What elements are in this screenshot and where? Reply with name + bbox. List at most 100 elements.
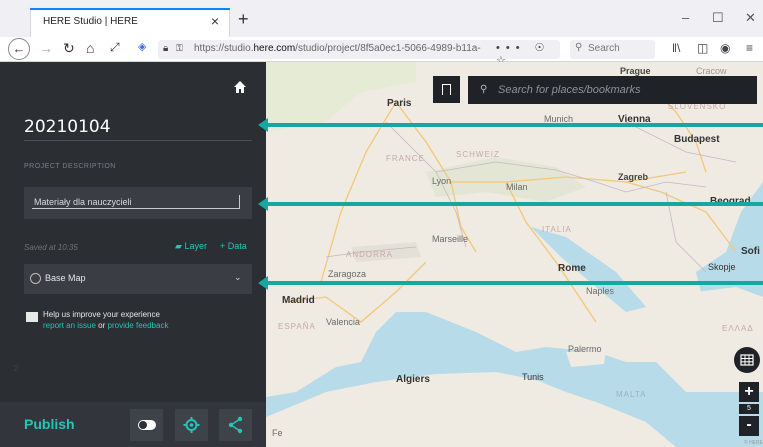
map-label-paris: Paris: [387, 98, 412, 109]
project-sidebar: 20210104 PROJECT DESCRIPTION Materiały d…: [0, 62, 266, 447]
provide-feedback-link[interactable]: provide feedback: [108, 321, 169, 330]
map-label-prague: Prague: [620, 66, 651, 76]
map-search-input[interactable]: ⚲ Search for places/bookmarks: [468, 76, 757, 104]
chevron-down-icon: ⌄: [234, 272, 242, 282]
map-label-ellada: ΕΛΛΑΔ: [722, 324, 754, 333]
feedback-links: report an issue or provide feedback: [43, 321, 168, 330]
minimize-icon[interactable]: –: [682, 10, 689, 25]
annotation-line-title: [266, 123, 763, 127]
publish-button[interactable]: Publish: [24, 416, 75, 432]
annotation-arrow-title: [258, 118, 268, 132]
maximize-icon[interactable]: ☐: [712, 10, 724, 26]
home-icon[interactable]: [233, 80, 247, 94]
table-icon: [740, 354, 754, 366]
base-map-label: Base Map: [45, 273, 86, 283]
feedback-title: Help us improve your experience: [43, 310, 160, 319]
close-window-icon[interactable]: ✕: [745, 10, 756, 26]
publish-bar: Publish: [0, 402, 266, 447]
browser-search-placeholder: Search: [588, 43, 620, 54]
account-icon[interactable]: ◉: [720, 41, 730, 55]
key-icon[interactable]: ⚿: [176, 43, 183, 54]
map-label-fe: Fe: [272, 428, 283, 438]
map-label-marseille: Marseille: [432, 234, 469, 244]
map-label-budapest: Budapest: [674, 134, 720, 145]
shield-icon[interactable]: ◈: [138, 40, 146, 53]
tab-close-icon[interactable]: ×: [211, 13, 219, 29]
description-field[interactable]: Materiały dla nauczycieli: [24, 187, 252, 219]
description-value: Materiały dla nauczycieli: [34, 197, 132, 207]
title-underline: [24, 140, 252, 141]
browser-tab[interactable]: HERE Studio | HERE ×: [30, 8, 230, 37]
reload-icon[interactable]: ↻: [63, 40, 75, 57]
new-tab-icon[interactable]: +: [238, 9, 249, 30]
map-label-rome: Rome: [558, 263, 586, 274]
settings-button[interactable]: [175, 409, 208, 441]
table-view-button[interactable]: [734, 347, 760, 373]
library-icon[interactable]: ‖\: [672, 41, 680, 55]
share-icon: [228, 416, 243, 434]
map-label-palermo: Palermo: [568, 344, 602, 354]
annotation-arrow-basemap: [258, 276, 268, 290]
search-icon: ⚲: [480, 84, 488, 95]
bookmark-button[interactable]: [433, 76, 460, 103]
map-search-placeholder: Search for places/bookmarks: [498, 84, 641, 96]
fullscreen-icon[interactable]: ⤢: [110, 40, 120, 55]
map-label-zaragoza: Zaragoza: [328, 269, 367, 279]
feedback-or: or: [98, 321, 106, 330]
map-label-madrid: Madrid: [282, 295, 315, 306]
map-label-skopje: Skopje: [708, 262, 736, 272]
back-arrow-icon[interactable]: ←: [8, 38, 30, 60]
map-label-espana: ESPAÑA: [278, 322, 316, 331]
map-label-zagreb: Zagreb: [618, 172, 649, 182]
base-map-dropdown[interactable]: Base Map ⌄: [24, 264, 252, 294]
add-layer-button[interactable]: ▰ Layer: [175, 241, 207, 252]
map-copyright: © HERE: [744, 440, 763, 446]
map-base: [266, 62, 763, 447]
browser-tab-bar: HERE Studio | HERE × + – ☐ ✕: [0, 0, 763, 37]
map-label-tunis: Tunis: [522, 372, 544, 382]
browser-search-bar[interactable]: ⚲ Search: [570, 40, 655, 59]
map-label-algiers: Algiers: [396, 374, 430, 385]
map-label-italia: ITALIA: [542, 225, 572, 234]
map-label-milan: Milan: [506, 182, 528, 192]
text-cursor: [239, 195, 240, 208]
project-title[interactable]: 20210104: [24, 117, 111, 137]
map-label-cracow: Cracow: [696, 66, 727, 76]
add-data-button[interactable]: + Data: [220, 241, 247, 251]
map-label-valencia: Valencia: [326, 317, 360, 327]
annotation-arrow-description: [258, 197, 268, 211]
bookmark-icon: [442, 84, 451, 95]
saved-status: Saved at 10:35: [24, 243, 78, 252]
description-label: PROJECT DESCRIPTION: [24, 163, 116, 170]
faint-number: 2: [14, 364, 19, 373]
map-label-andorra: ANDORRA: [346, 250, 394, 259]
forward-arrow-icon[interactable]: →: [39, 40, 53, 56]
tab-title: HERE Studio | HERE: [43, 16, 138, 27]
sidebar-toggle-icon[interactable]: ◫: [697, 41, 708, 55]
map-label-sofia: Sofi: [741, 246, 760, 257]
chat-icon: [26, 312, 38, 322]
zoom-level: 5: [739, 404, 759, 414]
url-text[interactable]: https://studio.here.com/studio/project/8…: [194, 43, 489, 54]
share-button[interactable]: [219, 409, 252, 441]
zoom-out-button[interactable]: -: [739, 416, 759, 436]
report-issue-link[interactable]: report an issue: [43, 321, 96, 330]
map-label-malta: MALTA: [616, 390, 647, 399]
map-label-naples: Naples: [586, 286, 615, 296]
globe-icon: [30, 273, 41, 284]
map-label-france: FRANCE: [386, 154, 425, 163]
visibility-toggle[interactable]: [130, 409, 163, 441]
gear-icon: [183, 417, 200, 433]
url-bar[interactable]: 🔒︎ ⚿ https://studio.here.com/studio/proj…: [158, 40, 560, 67]
layer-icon: ▰: [175, 241, 182, 251]
annotation-line-description: [266, 202, 763, 206]
menu-icon[interactable]: ≡: [746, 41, 753, 55]
zoom-in-button[interactable]: +: [739, 382, 759, 402]
toggle-icon: [138, 420, 156, 430]
home-browser-icon[interactable]: ⌂: [86, 40, 94, 56]
search-icon: ⚲: [575, 42, 583, 53]
browser-nav-bar: ← → ↻ ⌂ ⤢ ◈ 🔒︎ ⚿ https://studio.here.com…: [0, 37, 763, 67]
map-view[interactable]: Prague Cracow Paris Munich Vienna SLOVEN…: [266, 62, 763, 447]
layer-label: Layer: [184, 241, 207, 251]
lock-icon[interactable]: 🔒︎: [163, 43, 168, 54]
